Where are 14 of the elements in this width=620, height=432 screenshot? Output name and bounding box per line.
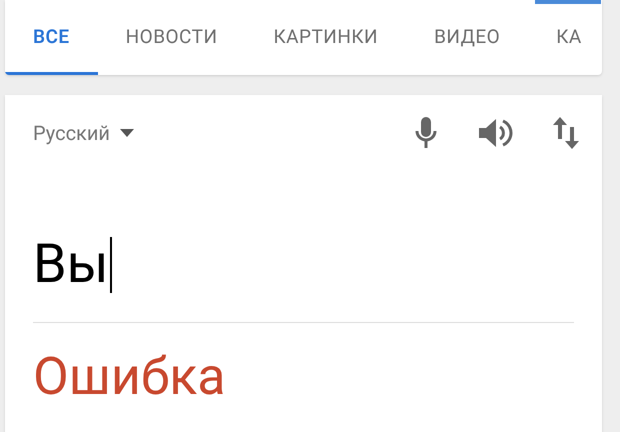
speaker-icon[interactable] (479, 118, 513, 148)
scroll-indicator (535, 0, 601, 4)
tab[interactable]: КАРТИНКИ (245, 0, 406, 75)
tab[interactable]: КА (528, 0, 602, 75)
caret-icon (120, 128, 134, 136)
tab[interactable]: ВСЕ (5, 0, 98, 75)
translation-result: Ошибка (33, 351, 227, 403)
tab[interactable]: ВИДЕО (406, 0, 528, 75)
tab[interactable]: НОВОСТИ (98, 0, 246, 75)
text-cursor (110, 237, 112, 293)
microphone-icon[interactable] (415, 116, 437, 148)
language-dropdown[interactable]: Русский (33, 118, 134, 148)
input-field[interactable]: Вы (33, 238, 109, 292)
swap-icon[interactable] (553, 116, 579, 148)
